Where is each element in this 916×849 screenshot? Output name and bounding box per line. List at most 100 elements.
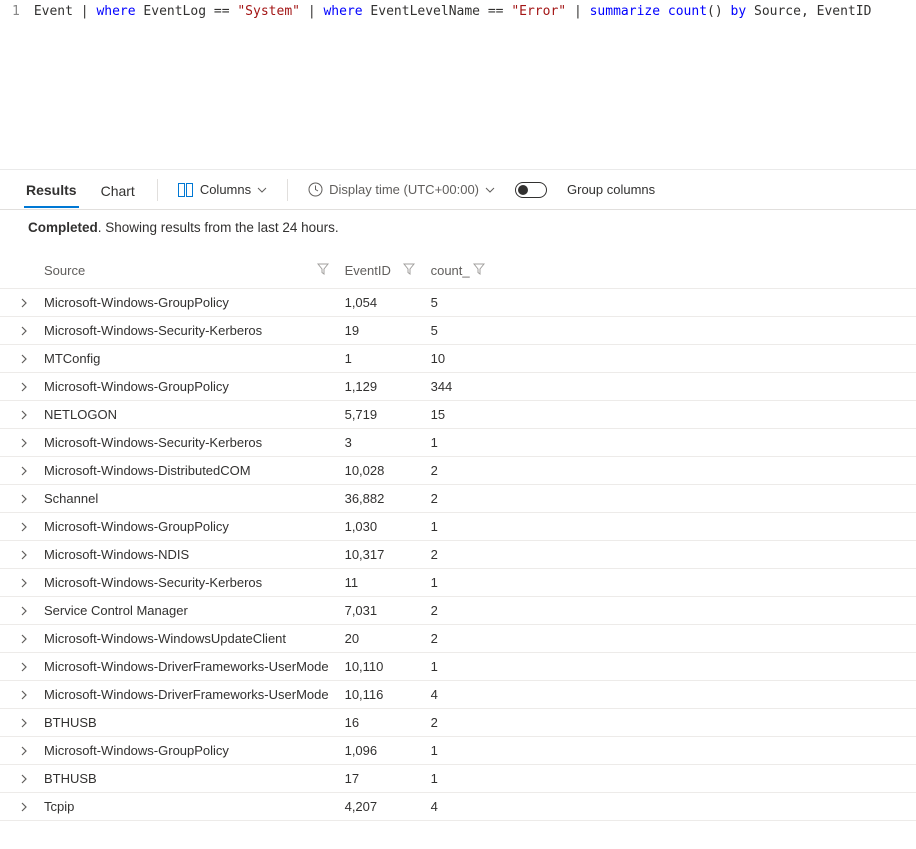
cell-eventid: 11 bbox=[337, 569, 423, 597]
cell-eventid: 3 bbox=[337, 429, 423, 457]
expand-chevron-icon[interactable] bbox=[20, 466, 28, 476]
cell-source: Schannel bbox=[36, 485, 337, 513]
chevron-down-icon bbox=[485, 187, 495, 193]
table-row[interactable]: Microsoft-Windows-DriverFrameworks-UserM… bbox=[0, 653, 916, 681]
tab-results[interactable]: Results bbox=[24, 172, 79, 208]
columns-label: Columns bbox=[200, 182, 251, 197]
table-row[interactable]: Microsoft-Windows-Security-Kerberos111 bbox=[0, 569, 916, 597]
expand-chevron-icon[interactable] bbox=[20, 662, 28, 672]
table-row[interactable]: Microsoft-Windows-GroupPolicy1,129344 bbox=[0, 373, 916, 401]
cell-eventid: 20 bbox=[337, 625, 423, 653]
table-row[interactable]: Service Control Manager7,0312 bbox=[0, 597, 916, 625]
expand-chevron-icon[interactable] bbox=[20, 438, 28, 448]
cell-source: Microsoft-Windows-WindowsUpdateClient bbox=[36, 625, 337, 653]
expand-chevron-icon[interactable] bbox=[20, 382, 28, 392]
cell-source: Microsoft-Windows-GroupPolicy bbox=[36, 737, 337, 765]
table-row[interactable]: Microsoft-Windows-WindowsUpdateClient202 bbox=[0, 625, 916, 653]
table-row[interactable]: BTHUSB162 bbox=[0, 709, 916, 737]
cell-source: Service Control Manager bbox=[36, 597, 337, 625]
expand-chevron-icon[interactable] bbox=[20, 774, 28, 784]
expand-chevron-icon[interactable] bbox=[20, 522, 28, 532]
cell-count: 1 bbox=[423, 513, 493, 541]
cell-eventid: 10,317 bbox=[337, 541, 423, 569]
cell-eventid: 10,110 bbox=[337, 653, 423, 681]
column-header-count[interactable]: count_ bbox=[423, 245, 493, 289]
table-row[interactable]: Microsoft-Windows-GroupPolicy1,0961 bbox=[0, 737, 916, 765]
cell-count: 4 bbox=[423, 793, 493, 821]
cell-count: 2 bbox=[423, 625, 493, 653]
cell-source: NETLOGON bbox=[36, 401, 337, 429]
table-header-row: Source EventID count_ bbox=[0, 245, 916, 289]
cell-count: 15 bbox=[423, 401, 493, 429]
cell-count: 2 bbox=[423, 709, 493, 737]
filter-icon[interactable] bbox=[317, 263, 329, 275]
cell-source: Microsoft-Windows-Security-Kerberos bbox=[36, 429, 337, 457]
cell-count: 4 bbox=[423, 681, 493, 709]
cell-eventid: 10,116 bbox=[337, 681, 423, 709]
filter-icon[interactable] bbox=[403, 263, 415, 275]
cell-source: Microsoft-Windows-GroupPolicy bbox=[36, 373, 337, 401]
expand-chevron-icon[interactable] bbox=[20, 354, 28, 364]
table-row[interactable]: Microsoft-Windows-NDIS10,3172 bbox=[0, 541, 916, 569]
toggle-knob bbox=[518, 185, 528, 195]
table-row[interactable]: Tcpip4,2074 bbox=[0, 793, 916, 821]
cell-eventid: 36,882 bbox=[337, 485, 423, 513]
expand-chevron-icon[interactable] bbox=[20, 802, 28, 812]
divider bbox=[157, 179, 158, 201]
table-row[interactable]: Microsoft-Windows-DistributedCOM10,0282 bbox=[0, 457, 916, 485]
expand-chevron-icon[interactable] bbox=[20, 550, 28, 560]
expand-chevron-icon[interactable] bbox=[20, 410, 28, 420]
expand-chevron-icon[interactable] bbox=[20, 690, 28, 700]
query-text[interactable]: Event | where EventLog == "System" | whe… bbox=[34, 4, 872, 19]
cell-source: BTHUSB bbox=[36, 709, 337, 737]
results-table: Source EventID count_ Microsoft-Windows-… bbox=[0, 245, 916, 821]
cell-eventid: 1,096 bbox=[337, 737, 423, 765]
cell-source: Microsoft-Windows-NDIS bbox=[36, 541, 337, 569]
cell-count: 2 bbox=[423, 541, 493, 569]
display-time-label: Display time (UTC+00:00) bbox=[329, 182, 479, 197]
status-completed: Completed bbox=[28, 220, 98, 235]
table-row[interactable]: Microsoft-Windows-GroupPolicy1,0301 bbox=[0, 513, 916, 541]
tab-chart[interactable]: Chart bbox=[99, 173, 137, 207]
group-columns-toggle[interactable] bbox=[515, 182, 547, 198]
table-row[interactable]: Schannel36,8822 bbox=[0, 485, 916, 513]
status-detail: . Showing results from the last 24 hours… bbox=[98, 220, 339, 235]
expand-chevron-icon[interactable] bbox=[20, 326, 28, 336]
cell-eventid: 7,031 bbox=[337, 597, 423, 625]
table-row[interactable]: Microsoft-Windows-DriverFrameworks-UserM… bbox=[0, 681, 916, 709]
column-header-eventid[interactable]: EventID bbox=[337, 245, 423, 289]
expand-chevron-icon[interactable] bbox=[20, 634, 28, 644]
cell-count: 1 bbox=[423, 429, 493, 457]
filter-icon[interactable] bbox=[473, 263, 485, 275]
group-columns-label: Group columns bbox=[567, 182, 655, 197]
cell-source: Microsoft-Windows-Security-Kerberos bbox=[36, 569, 337, 597]
chevron-down-icon bbox=[257, 187, 267, 193]
cell-count: 2 bbox=[423, 597, 493, 625]
expand-chevron-icon[interactable] bbox=[20, 606, 28, 616]
clock-icon bbox=[308, 182, 323, 197]
columns-button[interactable]: Columns bbox=[178, 182, 267, 197]
table-row[interactable]: BTHUSB171 bbox=[0, 765, 916, 793]
expand-chevron-icon[interactable] bbox=[20, 718, 28, 728]
table-row[interactable]: Microsoft-Windows-Security-Kerberos195 bbox=[0, 317, 916, 345]
cell-count: 2 bbox=[423, 457, 493, 485]
cell-source: Microsoft-Windows-Security-Kerberos bbox=[36, 317, 337, 345]
table-row[interactable]: MTConfig110 bbox=[0, 345, 916, 373]
columns-icon bbox=[178, 183, 194, 197]
table-row[interactable]: Microsoft-Windows-GroupPolicy1,0545 bbox=[0, 289, 916, 317]
expand-chevron-icon[interactable] bbox=[20, 746, 28, 756]
cell-count: 1 bbox=[423, 653, 493, 681]
divider bbox=[287, 179, 288, 201]
expand-chevron-icon[interactable] bbox=[20, 578, 28, 588]
display-time-button[interactable]: Display time (UTC+00:00) bbox=[308, 182, 495, 197]
cell-eventid: 1,030 bbox=[337, 513, 423, 541]
cell-eventid: 19 bbox=[337, 317, 423, 345]
expand-chevron-icon[interactable] bbox=[20, 298, 28, 308]
expand-chevron-icon[interactable] bbox=[20, 494, 28, 504]
cell-eventid: 1,129 bbox=[337, 373, 423, 401]
table-row[interactable]: NETLOGON5,71915 bbox=[0, 401, 916, 429]
cell-source: Tcpip bbox=[36, 793, 337, 821]
column-header-source[interactable]: Source bbox=[36, 245, 337, 289]
query-editor[interactable]: 1 Event | where EventLog == "System" | w… bbox=[0, 0, 916, 170]
table-row[interactable]: Microsoft-Windows-Security-Kerberos31 bbox=[0, 429, 916, 457]
